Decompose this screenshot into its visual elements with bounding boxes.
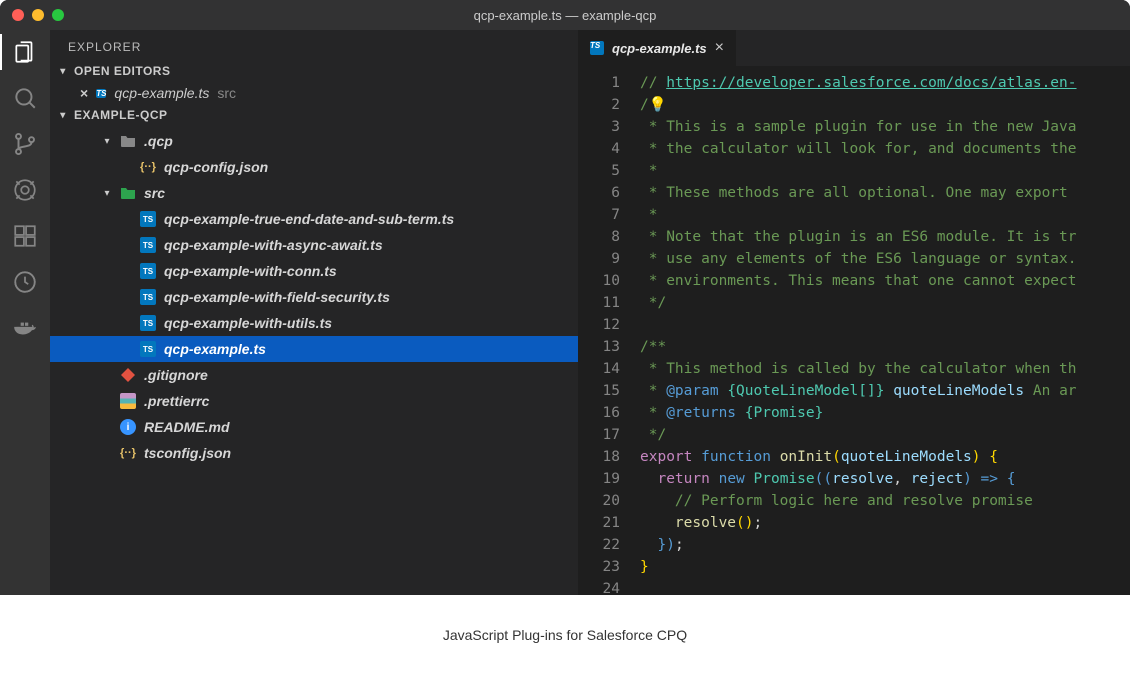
- workspace-name: EXAMPLE-QCP: [74, 108, 168, 122]
- chevron-down-icon: ▾: [58, 110, 68, 121]
- tree-item-label: qcp-config.json: [164, 159, 268, 175]
- tree-file[interactable]: TS qcp-example-with-utils.ts: [50, 310, 578, 336]
- minimize-window-icon[interactable]: [32, 9, 44, 21]
- tree-file[interactable]: TS qcp-example-with-field-security.ts: [50, 284, 578, 310]
- docker-icon[interactable]: [11, 314, 39, 342]
- workbench-body: EXPLORER ▾ OPEN EDITORS × TS qcp-example…: [0, 30, 1130, 595]
- workspace-header[interactable]: ▾ EXAMPLE-QCP: [50, 104, 578, 126]
- maximize-window-icon[interactable]: [52, 9, 64, 21]
- tab-filename: qcp-example.ts: [612, 41, 707, 56]
- chevron-down-icon: ▾: [58, 66, 68, 77]
- tree-item-label: src: [144, 185, 165, 201]
- tree-file[interactable]: .prettierrc: [50, 388, 578, 414]
- folder-src-icon: [120, 185, 136, 201]
- source-control-icon[interactable]: [11, 130, 39, 158]
- explorer-title: EXPLORER: [50, 30, 578, 60]
- tree-item-label: .gitignore: [144, 367, 208, 383]
- git-icon: [120, 367, 136, 383]
- explorer-icon[interactable]: [11, 38, 39, 66]
- tree-item-label: qcp-example-with-utils.ts: [164, 315, 332, 331]
- typescript-icon: TS: [140, 263, 156, 279]
- code-editor[interactable]: 123456789101112131415161718192021222324 …: [578, 66, 1130, 595]
- search-icon[interactable]: [11, 84, 39, 112]
- image-caption: JavaScript Plug-ins for Salesforce CPQ: [0, 595, 1130, 675]
- tree-file[interactable]: TS qcp-example-with-conn.ts: [50, 258, 578, 284]
- json-icon: {··}: [140, 159, 156, 175]
- close-editor-icon[interactable]: ×: [80, 85, 88, 101]
- explorer-sidebar: EXPLORER ▾ OPEN EDITORS × TS qcp-example…: [50, 30, 578, 595]
- tree-item-label: qcp-example-with-field-security.ts: [164, 289, 390, 305]
- chevron-down-icon: ▾: [102, 136, 112, 147]
- history-icon[interactable]: [11, 268, 39, 296]
- window-title: qcp-example.ts — example-qcp: [474, 8, 657, 23]
- tree-item-label: qcp-example-with-async-await.ts: [164, 237, 383, 253]
- tree-file[interactable]: .gitignore: [50, 362, 578, 388]
- tree-item-label: qcp-example-with-conn.ts: [164, 263, 337, 279]
- tree-file[interactable]: {··} qcp-config.json: [50, 154, 578, 180]
- typescript-icon: TS: [590, 41, 604, 55]
- close-window-icon[interactable]: [12, 9, 24, 21]
- tree-file[interactable]: {··} tsconfig.json: [50, 440, 578, 466]
- window-controls: [0, 9, 64, 21]
- titlebar[interactable]: qcp-example.ts — example-qcp: [0, 0, 1130, 30]
- open-editors-list: × TS qcp-example.ts src: [50, 82, 578, 104]
- tree-item-label: qcp-example.ts: [164, 341, 266, 357]
- tree-item-label: .prettierrc: [144, 393, 209, 409]
- typescript-icon: TS: [140, 315, 156, 331]
- open-editor-filename: qcp-example.ts: [114, 85, 209, 101]
- info-icon: i: [120, 419, 136, 435]
- open-editors-header[interactable]: ▾ OPEN EDITORS: [50, 60, 578, 82]
- open-editor-item[interactable]: × TS qcp-example.ts src: [50, 82, 578, 104]
- vscode-window: qcp-example.ts — example-qcp: [0, 0, 1130, 595]
- line-number-gutter: 123456789101112131415161718192021222324: [578, 66, 634, 595]
- editor-tab[interactable]: TS qcp-example.ts ×: [578, 30, 737, 66]
- folder-icon: [120, 133, 136, 149]
- editor-tabs: TS qcp-example.ts ×: [578, 30, 1130, 66]
- typescript-icon: TS: [140, 237, 156, 253]
- json-icon: {··}: [120, 445, 136, 461]
- tree-folder[interactable]: ▾ .qcp: [50, 128, 578, 154]
- close-tab-icon[interactable]: ×: [715, 39, 724, 57]
- tree-file[interactable]: TS qcp-example-true-end-date-and-sub-term…: [50, 206, 578, 232]
- tree-file[interactable]: i README.md: [50, 414, 578, 440]
- prettier-icon: [120, 393, 136, 409]
- typescript-icon: TS: [140, 289, 156, 305]
- tree-file[interactable]: TS qcp-example.ts: [50, 336, 578, 362]
- editor-area: TS qcp-example.ts × 12345678910111213141…: [578, 30, 1130, 595]
- tree-file[interactable]: TS qcp-example-with-async-await.ts: [50, 232, 578, 258]
- typescript-icon: TS: [140, 211, 156, 227]
- debug-icon[interactable]: [11, 176, 39, 204]
- open-editors-label: OPEN EDITORS: [74, 64, 170, 78]
- typescript-icon: TS: [140, 341, 156, 357]
- open-editor-path: src: [217, 85, 236, 101]
- tree-item-label: tsconfig.json: [144, 445, 231, 461]
- typescript-icon: TS: [96, 89, 106, 98]
- activity-bar: [0, 30, 50, 595]
- code-content[interactable]: // https://developer.salesforce.com/docs…: [634, 66, 1130, 595]
- tree-item-label: README.md: [144, 419, 230, 435]
- extensions-icon[interactable]: [11, 222, 39, 250]
- tree-item-label: .qcp: [144, 133, 173, 149]
- tree-item-label: qcp-example-true-end-date-and-sub-term.t…: [164, 211, 454, 227]
- file-tree: ▾ .qcp {··} qcp-config.json ▾ src TS qcp-exampl…: [50, 126, 578, 466]
- chevron-down-icon: ▾: [102, 188, 112, 199]
- tree-folder[interactable]: ▾ src: [50, 180, 578, 206]
